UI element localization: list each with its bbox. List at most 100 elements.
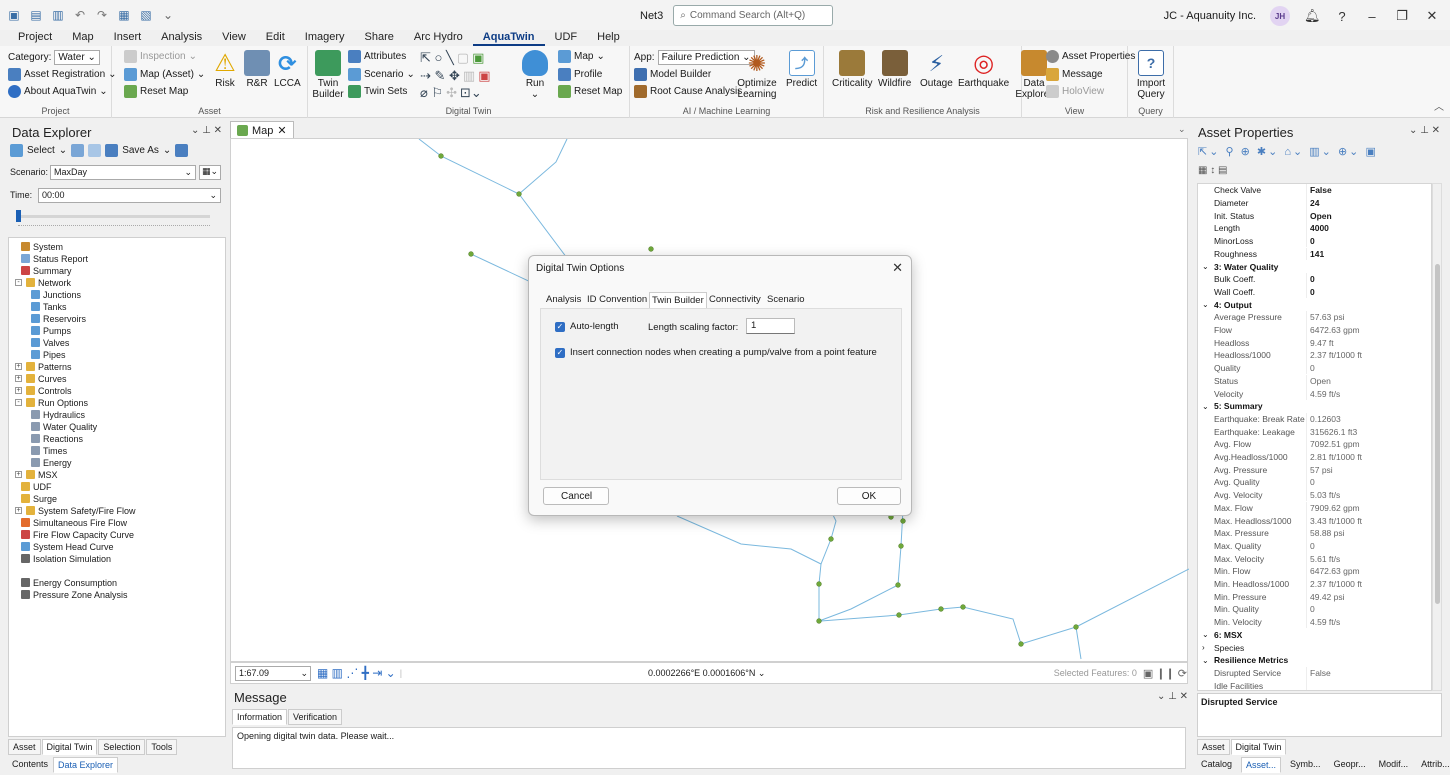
property-row[interactable]: Max. Velocity 5.61 ft/s (1198, 552, 1431, 565)
tree-item[interactable]: Times (31, 445, 67, 456)
tab-verification[interactable]: Verification (288, 709, 343, 725)
property-row[interactable]: Average Pressure 57.63 psi (1198, 311, 1431, 324)
property-grid[interactable]: Check Valve False Diameter 24 Init. Status Op… (1197, 183, 1432, 691)
tab-geoprocessing[interactable]: Geopr... (1330, 757, 1370, 773)
auto-length-checkbox[interactable]: ✓ Auto-length (555, 321, 619, 332)
collapse-icon[interactable]: - (15, 279, 22, 286)
tab-asset-properties-asset[interactable]: Asset (1197, 739, 1230, 755)
menu-project[interactable]: Project (8, 28, 62, 46)
menu-arc-hydro[interactable]: Arc Hydro (404, 28, 473, 46)
tree-item[interactable]: Status Report (21, 253, 88, 264)
tree-item[interactable]: Pipes (31, 349, 66, 360)
menu-edit[interactable]: Edit (256, 28, 295, 46)
ok-button[interactable]: OK (837, 487, 901, 505)
twin-builder-button[interactable]: Twin Builder (308, 50, 348, 100)
criticality-button[interactable]: Criticality (832, 50, 873, 89)
tree-item[interactable]: Reservoirs (31, 313, 86, 324)
about-aquatwin-button[interactable]: About AquaTwin ⌄ (8, 85, 108, 98)
expand-icon[interactable]: + (15, 507, 22, 514)
draw-tools-row2[interactable]: ⇢ ✎ ✥ ▥ ▣ (420, 68, 491, 84)
tab-digital-twin[interactable]: Digital Twin (41, 739, 98, 755)
property-row[interactable]: Velocity 4.59 ft/s (1198, 387, 1431, 400)
expand-icon[interactable]: + (15, 471, 22, 478)
tab-modify[interactable]: Modif... (1375, 757, 1413, 773)
message-text-area[interactable]: Opening digital twin data. Please wait..… (232, 727, 1186, 769)
property-row[interactable]: Disrupted Service False (1198, 666, 1431, 680)
asset-properties-toolbar[interactable]: ⇱⌄ ⚲ ⊕ ✱⌄ ⌂⌄ ▥⌄ ⊕⌄ ▣ (1198, 145, 1378, 158)
rr-button[interactable]: R&R (244, 50, 270, 89)
property-row[interactable]: Status Open (1198, 374, 1431, 388)
save-as-button[interactable]: Save As (122, 145, 159, 156)
tab-attributes[interactable]: Attrib... (1417, 757, 1450, 773)
tree-item[interactable]: + Patterns (15, 361, 72, 372)
map-run-button[interactable]: Map ⌄ (558, 50, 605, 63)
asset-pane-options-icon[interactable]: ⌄ ⊥ ✕ (1409, 125, 1440, 136)
property-row[interactable]: Headloss/1000 2.37 ft/1000 ft (1198, 349, 1431, 362)
property-row[interactable]: Headloss 9.47 ft (1198, 336, 1431, 350)
junction-node[interactable] (896, 612, 902, 618)
tab-scenario[interactable]: Scenario (765, 292, 807, 308)
draw-tools-row1[interactable]: ⇱ ○ ╲ ▢ ▣ (420, 50, 484, 66)
tree-item[interactable]: Pressure Zone Analysis (21, 589, 128, 600)
junction-node[interactable] (648, 246, 654, 252)
property-row[interactable]: Max. Quality 0 (1198, 539, 1431, 553)
message-pane-options-icon[interactable]: ⌄ ⊥ ✕ (1157, 691, 1188, 702)
property-row[interactable]: Quality 0 (1198, 361, 1431, 375)
predict-button[interactable]: ⤴ Predict (786, 50, 817, 89)
scrollbar-thumb[interactable] (1435, 264, 1440, 604)
menu-aquatwin[interactable]: AquaTwin (472, 28, 545, 46)
export-icon[interactable]: ▧ (138, 7, 154, 23)
new-project-icon[interactable]: ▣ (6, 7, 22, 23)
notification-bell-icon[interactable]: 🔔︎ (1304, 8, 1321, 24)
cancel-button[interactable]: Cancel (543, 487, 609, 505)
menu-help[interactable]: Help (587, 28, 630, 46)
property-row[interactable]: Min. Flow 6472.63 gpm (1198, 565, 1431, 578)
holoview-button[interactable]: HoloView (1046, 85, 1104, 98)
property-row[interactable]: Check Valve False (1198, 184, 1431, 197)
asset-registration-button[interactable]: Asset Registration ⌄ (8, 68, 117, 81)
property-section[interactable]: ⌄ 4: Output (1198, 298, 1431, 311)
tab-information[interactable]: Information (232, 709, 288, 725)
menu-imagery[interactable]: Imagery (295, 28, 355, 46)
optimize-learning-button[interactable]: ✺ Optimize Learning (734, 50, 780, 100)
tab-tools[interactable]: Tools (146, 739, 178, 755)
scenario-button[interactable]: Scenario ⌄ (348, 68, 415, 81)
junction-node[interactable] (960, 604, 966, 610)
tab-selection[interactable]: Selection (98, 739, 146, 755)
insert-nodes-checkbox[interactable]: ✓ Insert connection nodes when creating … (555, 347, 877, 358)
tree-item[interactable]: Summary (21, 265, 72, 276)
property-row[interactable]: Max. Pressure 58.88 psi (1198, 526, 1431, 540)
property-row[interactable]: Diameter 24 (1198, 196, 1431, 210)
junction-node[interactable] (938, 606, 944, 612)
lcca-button[interactable]: ⟳ LCCA (274, 50, 301, 89)
asset-properties-view-button[interactable]: Asset Properties (1046, 50, 1135, 63)
select-button[interactable]: Select (27, 145, 55, 156)
tab-analysis[interactable]: Analysis (544, 292, 583, 308)
tree-item[interactable]: System (21, 241, 63, 252)
account-name[interactable]: JC - Aquanuity Inc. (1164, 10, 1256, 22)
time-slider-thumb[interactable] (16, 210, 21, 222)
tree-item[interactable]: Reactions (31, 433, 83, 444)
map-nav-tools-icon[interactable]: ▦ ▥ ⋰ ╋ ⇥ ⌄ (317, 666, 396, 680)
tab-twin-builder[interactable]: Twin Builder (649, 292, 707, 308)
property-row[interactable]: Max. Headloss/1000 3.43 ft/1000 ft (1198, 514, 1431, 527)
save-icon[interactable]: ▥ (50, 7, 66, 23)
risk-button[interactable]: ⚠ Risk (212, 50, 238, 89)
dialog-close-button[interactable]: ✕ (892, 260, 903, 276)
tree-item[interactable]: Water Quality (31, 421, 97, 432)
import-query-button[interactable]: ? Import Query (1134, 50, 1168, 100)
run-button[interactable]: Run ⌄ (522, 50, 548, 100)
property-section[interactable]: ⌄ 3: Water Quality (1198, 260, 1431, 273)
export-data-icon[interactable] (175, 144, 189, 157)
property-row[interactable]: Min. Velocity 4.59 ft/s (1198, 615, 1431, 629)
tree-item[interactable]: + Controls (15, 385, 72, 396)
tree-item[interactable]: + MSX (15, 469, 58, 480)
tree-item[interactable]: Energy Consumption (21, 577, 117, 588)
twin-sets-button[interactable]: Twin Sets (348, 85, 407, 98)
selected-features[interactable]: Selected Features: 0 (1054, 668, 1137, 678)
junction-node[interactable] (468, 251, 474, 257)
collapse-icon[interactable]: - (15, 399, 22, 406)
pane-options-icon[interactable]: ⌄ ⊥ ✕ (191, 125, 222, 136)
property-row[interactable]: Bulk Coeff. 0 (1198, 272, 1431, 286)
tree-item[interactable]: Isolation Simulation (21, 553, 111, 564)
